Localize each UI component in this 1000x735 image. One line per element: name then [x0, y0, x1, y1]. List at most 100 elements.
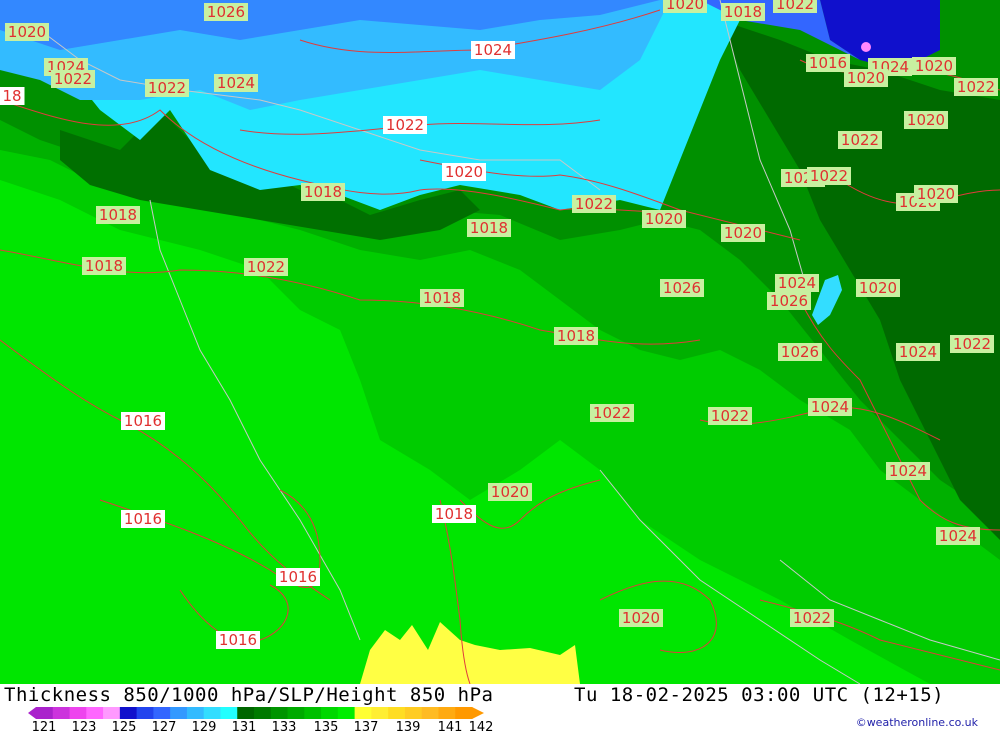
legend-swatch	[186, 707, 205, 719]
legend-swatch	[36, 707, 54, 719]
legend-swatch	[237, 707, 255, 719]
svg-text:1018: 1018	[304, 183, 342, 201]
map-valid-time: Tu 18-02-2025 03:00 UTC (12+15)	[574, 684, 945, 706]
svg-text:1020: 1020	[8, 23, 46, 41]
svg-text:1024: 1024	[939, 527, 977, 545]
svg-text:1020: 1020	[666, 0, 704, 13]
svg-text:1022: 1022	[247, 258, 285, 276]
isobar-label: 1020	[914, 185, 958, 203]
isobar-label: 1018	[420, 289, 464, 307]
isobar-label: 1024	[936, 527, 980, 545]
legend-swatch	[421, 707, 439, 719]
legend-swatch	[404, 707, 423, 719]
svg-text:1022: 1022	[593, 404, 631, 422]
isobar-label: 1016	[121, 412, 165, 430]
svg-text:1016: 1016	[219, 631, 257, 649]
isobar-label: 1022	[590, 404, 634, 422]
svg-text:1020: 1020	[622, 609, 660, 627]
legend-swatch	[304, 707, 322, 719]
legend-arrow-left	[28, 707, 36, 719]
map-footer: Thickness 850/1000 hPa/SLP/Height 850 hP…	[0, 684, 1000, 735]
isobar-label: 1020	[5, 23, 49, 41]
isobar-label: 1018	[721, 3, 765, 21]
isobar-label: 1024	[896, 343, 940, 361]
isobar-label: 1018	[467, 219, 511, 237]
svg-text:1018: 1018	[423, 289, 461, 307]
svg-text:1024: 1024	[474, 41, 512, 59]
svg-text:1018: 1018	[470, 219, 508, 237]
svg-text:1022: 1022	[776, 0, 814, 13]
isobar-label: 1016	[806, 54, 850, 72]
isobar-label: 1026	[767, 292, 811, 310]
svg-text:1020: 1020	[907, 111, 945, 129]
isobar-label: 1022	[790, 609, 834, 627]
legend-swatch	[170, 707, 188, 719]
svg-text:1026: 1026	[663, 279, 701, 297]
legend-swatch	[287, 707, 305, 719]
isobar-label: 1024	[886, 462, 930, 480]
svg-text:1024: 1024	[889, 462, 927, 480]
legend-swatch	[119, 707, 138, 719]
isobar-label: 18	[0, 87, 25, 105]
isobar-label: 1022	[244, 258, 288, 276]
svg-text:1016: 1016	[279, 568, 317, 586]
map-canvas: 102610201024102218 1022 102410241022102010…	[0, 0, 1000, 684]
isobar-label: 1020	[856, 279, 900, 297]
isobar-label: 1022	[145, 79, 189, 97]
legend-swatch	[153, 707, 171, 719]
legend-swatch	[254, 707, 272, 719]
svg-text:1022: 1022	[54, 70, 92, 88]
isobar-label: 1020	[642, 210, 686, 228]
legend-swatch	[321, 707, 339, 719]
svg-text:1022: 1022	[386, 116, 424, 134]
isobar-label: 1016	[276, 568, 320, 586]
isobar-label: 1024	[775, 274, 819, 292]
isobar-label: 1024	[214, 74, 258, 92]
legend-swatch	[388, 707, 406, 719]
isobar-label: 1020	[663, 0, 707, 13]
svg-text:1024: 1024	[778, 274, 816, 292]
isobar-label: 1022	[708, 407, 752, 425]
svg-text:1016: 1016	[809, 54, 847, 72]
svg-text:1024: 1024	[811, 398, 849, 416]
legend-swatch	[203, 707, 221, 719]
svg-text:1022: 1022	[711, 407, 749, 425]
legend-swatch	[455, 707, 473, 719]
isobar-label: 1020	[844, 69, 888, 87]
svg-text:1016: 1016	[124, 510, 162, 528]
isobar-label: 1026	[660, 279, 704, 297]
isobar-label: 1020	[442, 163, 486, 181]
isobar-label: 1020	[912, 57, 956, 75]
isobar-label: 1022	[51, 70, 95, 88]
svg-text:1020: 1020	[491, 483, 529, 501]
svg-text:1022: 1022	[841, 131, 879, 149]
color-legend-bar	[28, 707, 484, 719]
legend-swatch	[337, 707, 356, 719]
isobar-label: 1026	[778, 343, 822, 361]
isobar-label: 1020	[488, 483, 532, 501]
isobar-label: 1020	[619, 609, 663, 627]
svg-text:1018: 1018	[435, 505, 473, 523]
isobar-label: 1022	[954, 78, 998, 96]
svg-text:1026: 1026	[781, 343, 819, 361]
isobar-label: 1018	[301, 183, 345, 201]
isobar-label: 1016	[121, 510, 165, 528]
isobar-label: 1024	[471, 41, 515, 59]
isobar-label: 1018	[96, 206, 140, 224]
isobar-label: 1018	[82, 257, 126, 275]
svg-text:1024: 1024	[217, 74, 255, 92]
svg-text:1018: 1018	[85, 257, 123, 275]
isobar-label: 1018	[432, 505, 476, 523]
thickness-band-pink-spot	[861, 42, 871, 52]
weather-map: 1026 1020 1024 1022 18 1022 1024 1024 1022 1020 10…	[0, 0, 1000, 684]
svg-text:1020: 1020	[645, 210, 683, 228]
svg-text:1026: 1026	[770, 292, 808, 310]
legend-swatch	[371, 707, 389, 719]
svg-text:1022: 1022	[793, 609, 831, 627]
isobar-label: 1022	[807, 167, 851, 185]
legend-swatch	[103, 707, 121, 719]
legend-tick-labels: 121 123 125 127 129 131 133 135 137 139 141 142	[0, 720, 520, 735]
credit-link[interactable]: ©weatheronline.co.uk	[856, 716, 978, 729]
svg-text:1016: 1016	[124, 412, 162, 430]
isobar-label: 1022	[383, 116, 427, 134]
